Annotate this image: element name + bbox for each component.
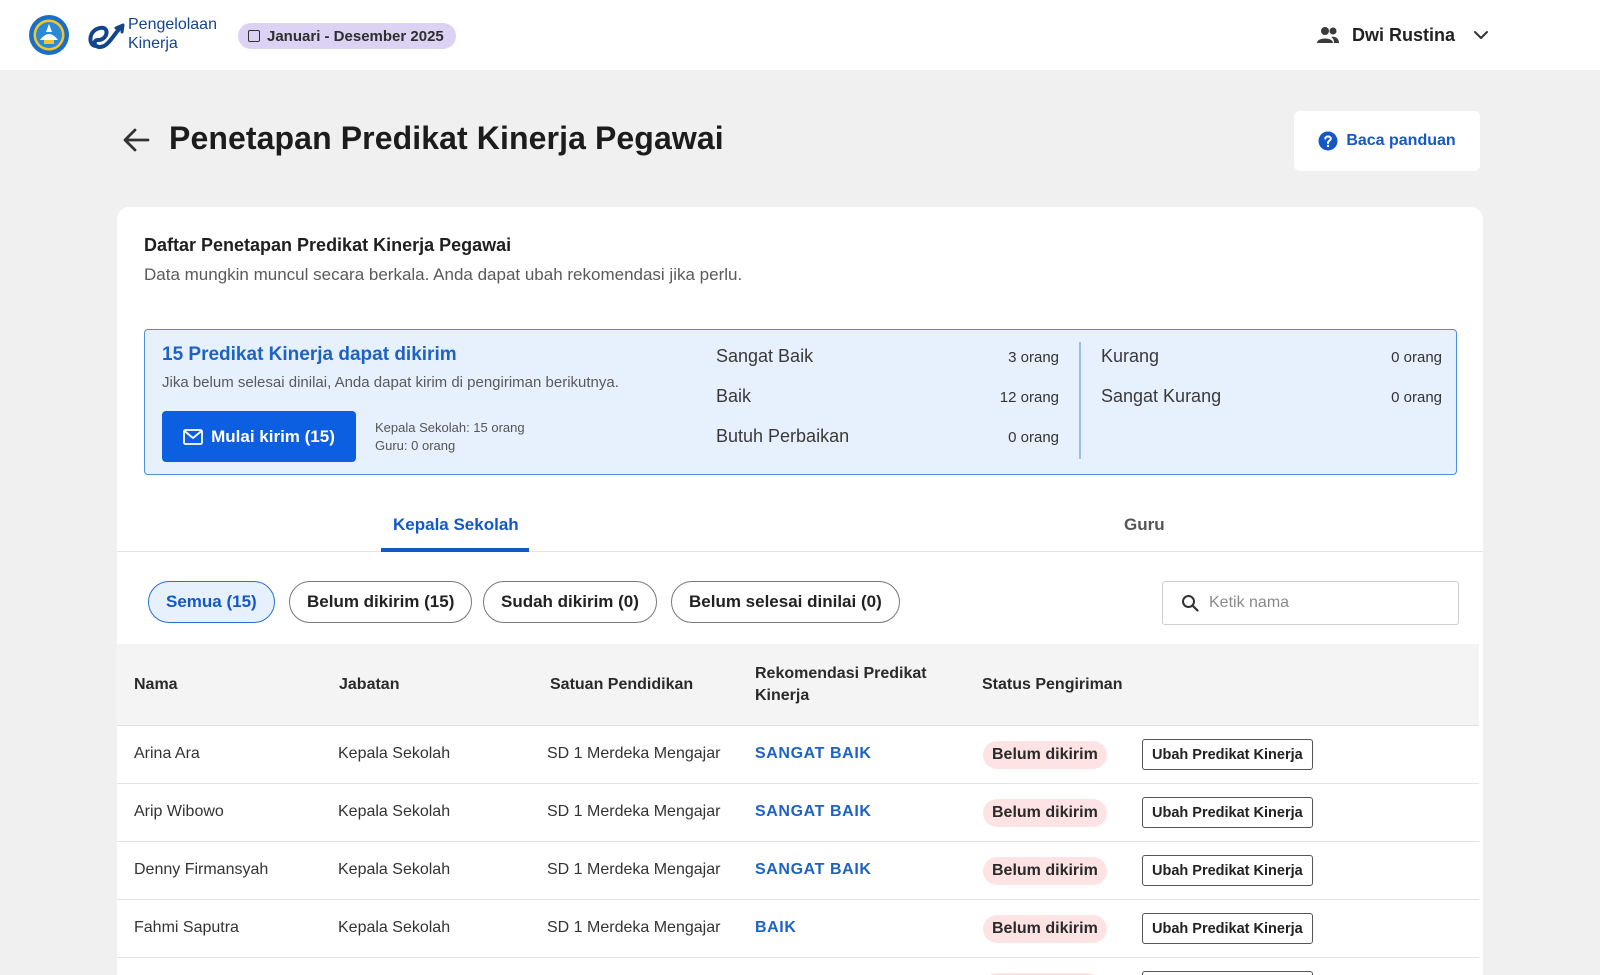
app-name-line2: Kinerja [128, 35, 178, 52]
back-arrow-icon[interactable] [120, 124, 152, 156]
predicate-count: 0 orang [1391, 349, 1442, 366]
column-header-status: Status Pengiriman [982, 676, 1123, 693]
app-name: Pengelolaan Kinerja [128, 15, 217, 53]
cell-predikat: SANGAT BAIK [755, 745, 872, 762]
status-badge: Belum dikirim [983, 857, 1107, 885]
predicate-row-sangat-baik: Sangat Baik 3 orang [716, 346, 1059, 367]
summary-description: Jika belum selesai dinilai, Anda dapat k… [162, 374, 619, 391]
send-meta-kepala: Kepala Sekolah: 15 orang [375, 420, 525, 435]
predicate-divider [1079, 342, 1081, 459]
users-icon [1317, 27, 1339, 43]
period-chip[interactable]: Januari - Desember 2025 [238, 23, 456, 49]
top-bar: Pengelolaan Kinerja Januari - Desember 2… [0, 0, 1600, 70]
cell-nama: Denny Firmansyah [134, 861, 269, 878]
send-button[interactable]: Mulai kirim (15) [162, 411, 356, 462]
cell-satuan: SD 1 Merdeka Mengajar [547, 861, 721, 878]
send-meta: Kepala Sekolah: 15 orang Guru: 0 orang [375, 419, 525, 455]
help-icon [1318, 131, 1338, 151]
ministry-emblem-logo [29, 15, 69, 55]
predicate-label: Sangat Baik [716, 346, 814, 366]
cell-jabatan: Kepala Sekolah [338, 745, 451, 762]
cell-predikat: SANGAT BAIK [755, 803, 872, 820]
status-badge: Belum dikirim [983, 915, 1107, 943]
tab-bar: Kepala Sekolah Guru [117, 495, 1483, 552]
chevron-down-icon [1474, 31, 1489, 39]
guide-button-label: Baca panduan [1346, 132, 1456, 149]
search-input[interactable] [1209, 594, 1439, 612]
predicate-count: 3 orang [1008, 349, 1059, 366]
filter-sudah-dikirim[interactable]: Sudah dikirim (0) [483, 581, 657, 623]
cell-jabatan: Kepala Sekolah [338, 861, 451, 878]
send-meta-guru: Guru: 0 orang [375, 438, 456, 453]
filter-belum-selesai-dinilai[interactable]: Belum selesai dinilai (0) [671, 581, 900, 623]
app-name-line1: Pengelolaan [128, 16, 217, 33]
column-header-satuan-pendidikan: Satuan Pendidikan [550, 676, 694, 693]
table-row: Arip Wibowo Kepala Sekolah SD 1 Merdeka … [117, 784, 1479, 842]
predicate-label: Butuh Perbaikan [716, 426, 850, 446]
filter-semua[interactable]: Semua (15) [148, 581, 275, 623]
table-row: Fahmi Saputra Kepala Sekolah SD 1 Merdek… [117, 900, 1479, 958]
card-title: Daftar Penetapan Predikat Kinerja Pegawa… [144, 235, 512, 255]
cell-predikat: SANGAT BAIK [755, 861, 872, 878]
page-title: Penetapan Predikat Kinerja Pegawai [169, 120, 724, 156]
period-label: Januari - Desember 2025 [267, 27, 444, 45]
predicate-label: Kurang [1101, 346, 1160, 366]
cell-satuan: SD 1 Merdeka Mengajar [547, 803, 721, 820]
column-header-nama: Nama [134, 676, 178, 693]
predicate-label: Sangat Kurang [1101, 386, 1222, 406]
tab-kepala-sekolah[interactable]: Kepala Sekolah [393, 515, 519, 535]
table-row: Denny Firmansyah Kepala Sekolah SD 1 Mer… [117, 842, 1479, 900]
cell-nama: Fahmi Saputra [134, 919, 239, 936]
cell-nama: Arina Ara [134, 745, 200, 762]
predicate-label: Baik [716, 386, 752, 406]
user-menu[interactable]: Dwi Rustina [1316, 20, 1489, 50]
edit-predicate-button[interactable]: Ubah Predikat Kinerja [1142, 739, 1313, 770]
summary-panel: 15 Predikat Kinerja dapat dikirim Jika b… [144, 329, 1457, 475]
table-row: Ubah Predikat Kinerja [117, 958, 1479, 975]
column-header-rekomendasi-line1: Rekomendasi Predikat [755, 665, 927, 682]
predicate-row-sangat-kurang: Sangat Kurang 0 orang [1101, 386, 1442, 407]
predicate-count: 0 orang [1008, 429, 1059, 446]
column-header-rekomendasi-line2: Kinerja [755, 687, 810, 704]
column-header-jabatan: Jabatan [339, 676, 400, 693]
edit-predicate-button[interactable]: Ubah Predikat Kinerja [1142, 855, 1313, 886]
summary-title: 15 Predikat Kinerja dapat dikirim [162, 344, 457, 365]
cell-jabatan: Kepala Sekolah [338, 919, 451, 936]
status-badge: Belum dikirim [983, 799, 1107, 827]
cell-nama: Arip Wibowo [134, 803, 224, 820]
active-tab-indicator [381, 548, 529, 552]
calendar-icon [248, 30, 260, 42]
cell-predikat: BAIK [755, 919, 797, 936]
edit-predicate-button[interactable]: Ubah Predikat Kinerja [1142, 797, 1313, 828]
table-header: Nama Jabatan Satuan Pendidikan Rekomenda… [117, 644, 1479, 726]
cell-jabatan: Kepala Sekolah [338, 803, 451, 820]
send-button-label: Mulai kirim (15) [211, 426, 335, 446]
column-header-rekomendasi: Rekomendasi Predikat Kinerja [755, 663, 927, 707]
edit-predicate-button[interactable]: Ubah Predikat Kinerja [1142, 913, 1313, 944]
predicate-count: 12 orang [999, 389, 1059, 406]
cell-satuan: SD 1 Merdeka Mengajar [547, 745, 721, 762]
predicate-count: 0 orang [1391, 389, 1442, 406]
main-card: Daftar Penetapan Predikat Kinerja Pegawa… [117, 207, 1483, 975]
card-subtitle: Data mungkin muncul secara berkala. Anda… [144, 265, 743, 284]
edit-predicate-button[interactable]: Ubah Predikat Kinerja [1142, 971, 1313, 975]
cell-satuan: SD 1 Merdeka Mengajar [547, 919, 721, 936]
filter-belum-dikirim[interactable]: Belum dikirim (15) [289, 581, 473, 623]
predicate-row-butuh-perbaikan: Butuh Perbaikan 0 orang [716, 426, 1059, 447]
search-icon [1182, 595, 1199, 612]
user-name: Dwi Rustina [1352, 24, 1456, 45]
predicate-row-kurang: Kurang 0 orang [1101, 346, 1442, 367]
tab-guru[interactable]: Guru [1124, 515, 1165, 535]
table-row: Arina Ara Kepala Sekolah SD 1 Merdeka Me… [117, 726, 1479, 784]
search-box [1162, 581, 1459, 625]
predicate-row-baik: Baik 12 orang [716, 386, 1059, 407]
guide-button[interactable]: Baca panduan [1294, 111, 1480, 171]
mail-icon [183, 428, 204, 445]
status-badge: Belum dikirim [983, 741, 1107, 769]
